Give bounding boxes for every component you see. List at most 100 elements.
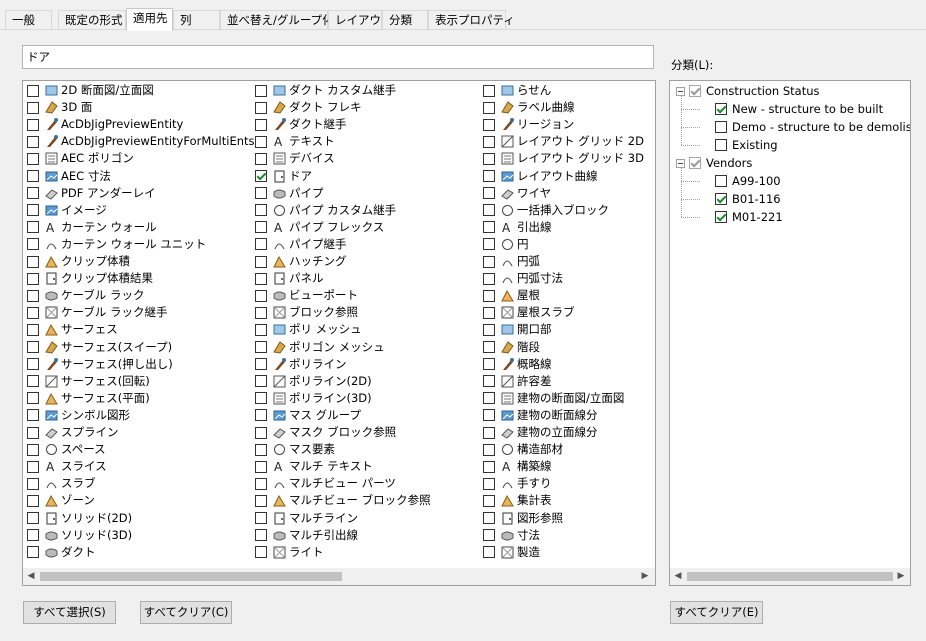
clear-all-button[interactable]: すべてクリア(C) xyxy=(140,601,232,624)
item-checkbox[interactable] xyxy=(483,358,495,371)
item-checkbox[interactable] xyxy=(255,323,267,336)
item-checkbox[interactable] xyxy=(255,272,267,285)
item-checkbox[interactable] xyxy=(27,392,39,405)
item-checkbox[interactable] xyxy=(483,170,495,182)
list-item[interactable]: ダクト フレキ xyxy=(255,99,362,116)
item-checkbox[interactable] xyxy=(483,289,495,302)
item-checkbox[interactable] xyxy=(27,84,39,97)
scroll-right-icon[interactable]: ▶ xyxy=(640,571,650,582)
item-checkbox[interactable] xyxy=(483,135,495,148)
item-checkbox[interactable] xyxy=(255,204,267,217)
list-item[interactable]: 寸法 xyxy=(483,527,540,544)
item-checkbox[interactable] xyxy=(483,512,495,524)
list-item[interactable]: ドア xyxy=(255,168,312,185)
item-checkbox[interactable] xyxy=(255,512,267,524)
list-item[interactable]: A カーテン ウォール xyxy=(27,219,157,236)
list-item[interactable]: A テキスト xyxy=(255,133,335,150)
list-item[interactable]: A 構築線 xyxy=(483,458,552,475)
item-checkbox[interactable] xyxy=(27,460,39,473)
tab-5[interactable]: レイアウト xyxy=(328,10,393,30)
list-item[interactable]: デバイス xyxy=(255,150,335,167)
item-checkbox[interactable] xyxy=(27,135,39,148)
list-item[interactable]: 建物の断面図/立面図 xyxy=(483,390,624,407)
list-item[interactable]: 円弧寸法 xyxy=(483,270,563,287)
item-checkbox[interactable] xyxy=(483,238,495,251)
tab-0[interactable]: 一般 xyxy=(5,10,52,30)
tab-4[interactable]: 並べ替え/グループ化 xyxy=(220,10,334,30)
item-checkbox[interactable] xyxy=(27,272,39,285)
item-checkbox[interactable] xyxy=(255,255,267,268)
tree-clear-all-button[interactable]: すべてクリア(E) xyxy=(670,601,763,624)
item-checkbox[interactable] xyxy=(27,426,39,439)
scrollbar-thumb[interactable] xyxy=(40,572,342,581)
item-checkbox[interactable] xyxy=(255,289,267,302)
list-item[interactable]: ソリッド(2D) xyxy=(27,510,132,527)
list-item[interactable]: 階段 xyxy=(483,339,540,356)
tree-item-checkbox[interactable] xyxy=(715,121,727,133)
tree-item[interactable]: Demo - structure to be demolished xyxy=(715,118,910,136)
list-item[interactable]: 建物の断面線分 xyxy=(483,407,598,424)
tab-3[interactable]: 列 xyxy=(173,10,220,30)
item-checkbox[interactable] xyxy=(255,546,267,559)
list-item[interactable]: 屋根スラブ xyxy=(483,304,575,321)
tree-item[interactable]: B01-116 xyxy=(715,190,781,208)
list-item[interactable]: マルチ引出線 xyxy=(255,527,358,544)
item-checkbox[interactable] xyxy=(483,409,495,422)
list-item[interactable]: クリップ体積結果 xyxy=(27,270,153,287)
search-input[interactable] xyxy=(22,45,654,69)
list-item[interactable]: AEC ポリゴン xyxy=(27,150,134,167)
list-item[interactable]: クリップ体積 xyxy=(27,253,130,270)
list-item[interactable]: ソリッド(3D) xyxy=(27,527,132,544)
list-item[interactable]: 手すり xyxy=(483,475,552,492)
list-item[interactable]: 一括挿入ブロック xyxy=(483,202,609,219)
item-checkbox[interactable] xyxy=(27,546,39,559)
group-checkbox[interactable] xyxy=(689,85,701,97)
list-item[interactable]: ケーブル ラック継手 xyxy=(27,304,167,321)
list-item[interactable]: シンボル図形 xyxy=(27,407,130,424)
list-item[interactable]: 構造部材 xyxy=(483,441,563,458)
list-item[interactable]: スペース xyxy=(27,441,106,458)
tab-6[interactable]: 分類 xyxy=(382,10,428,30)
list-item[interactable]: レイアウト曲線 xyxy=(483,168,598,185)
list-item[interactable]: 円弧 xyxy=(483,253,540,270)
list-item[interactable]: ケーブル ラック xyxy=(27,287,144,304)
item-checkbox[interactable] xyxy=(483,187,495,200)
list-item[interactable]: ダクト xyxy=(27,544,96,561)
item-checkbox[interactable] xyxy=(27,323,39,336)
list-item[interactable]: ポリゴン メッシュ xyxy=(255,339,385,356)
item-checkbox[interactable] xyxy=(255,152,267,165)
item-checkbox[interactable] xyxy=(255,238,267,251)
item-checkbox[interactable] xyxy=(255,341,267,353)
item-checkbox[interactable] xyxy=(27,409,39,422)
list-item[interactable]: マス グループ xyxy=(255,407,361,424)
item-checkbox[interactable] xyxy=(255,443,267,456)
list-item[interactable]: 建物の立面線分 xyxy=(483,424,598,441)
list-item[interactable]: サーフェス(スイープ) xyxy=(27,339,172,356)
item-checkbox[interactable] xyxy=(255,118,267,131)
list-item[interactable]: ポリライン(2D) xyxy=(255,373,372,390)
item-checkbox[interactable] xyxy=(255,135,267,148)
item-checkbox[interactable] xyxy=(255,358,267,371)
list-item[interactable]: ポリ メッシュ xyxy=(255,321,362,338)
list-item[interactable]: パイプ xyxy=(255,185,324,202)
item-checkbox[interactable] xyxy=(483,255,495,268)
item-checkbox[interactable] xyxy=(255,221,267,234)
tree-item[interactable]: A99-100 xyxy=(715,172,781,190)
list-item[interactable]: A スライス xyxy=(27,458,107,475)
item-checkbox[interactable] xyxy=(255,101,267,114)
item-checkbox[interactable] xyxy=(483,460,495,473)
list-item[interactable]: ゾーン xyxy=(27,492,95,509)
item-checkbox[interactable] xyxy=(27,443,39,456)
item-checkbox[interactable] xyxy=(27,118,39,131)
tree-item[interactable]: M01-221 xyxy=(715,208,783,226)
list-item[interactable]: サーフェス(回転) xyxy=(27,373,150,390)
list-item[interactable]: マルチビュー パーツ xyxy=(255,475,396,492)
list-item[interactable]: ラベル曲線 xyxy=(483,99,575,116)
list-item[interactable]: マルチライン xyxy=(255,510,358,527)
item-checkbox[interactable] xyxy=(255,375,267,388)
list-item[interactable]: スラブ xyxy=(27,475,96,492)
item-checkbox[interactable] xyxy=(483,101,495,114)
select-all-button[interactable]: すべて選択(S) xyxy=(23,601,116,624)
tree-scroll-left-icon[interactable]: ◀ xyxy=(673,571,683,582)
item-checkbox[interactable] xyxy=(483,392,495,405)
